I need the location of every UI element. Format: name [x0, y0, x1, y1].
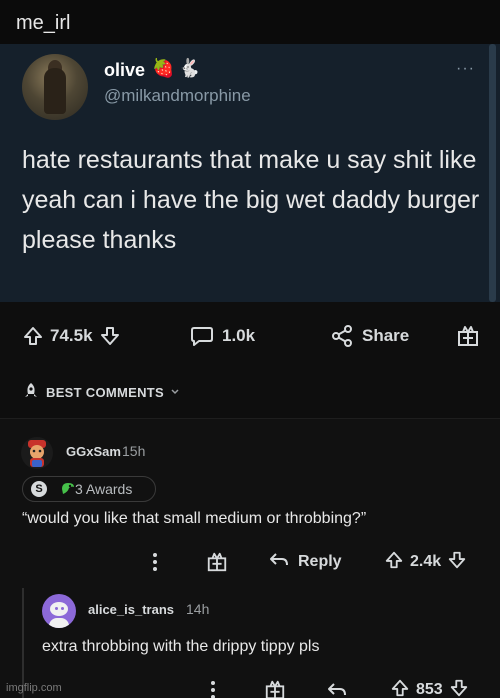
- upvote-icon[interactable]: [390, 678, 410, 698]
- reply-label: Reply: [298, 553, 342, 570]
- awards-count: 3 Awards: [75, 481, 133, 497]
- comment-timestamp: 15h: [122, 443, 146, 459]
- comments-button[interactable]: 1.0k: [190, 324, 255, 348]
- reply-vote-group: 853: [390, 676, 469, 698]
- comment-award-icon[interactable]: [206, 548, 228, 576]
- upvote-icon[interactable]: [22, 325, 44, 347]
- share-icon: [330, 325, 354, 347]
- subreddit-title[interactable]: me_irl: [16, 12, 70, 35]
- comment-vote-count: 2.4k: [410, 553, 442, 570]
- award-icon: [456, 324, 480, 348]
- upvote-group: 74.5k: [22, 324, 121, 348]
- reply-button[interactable]: Reply: [268, 548, 342, 576]
- more-options-icon[interactable]: ···: [456, 60, 475, 78]
- watermark: imgflip.com: [6, 682, 62, 694]
- comment-sort-selector[interactable]: BEST COMMENTS: [22, 380, 180, 404]
- comment-username[interactable]: GGxSam: [66, 444, 121, 459]
- reply-icon: [268, 551, 290, 574]
- sort-label: BEST COMMENTS: [46, 384, 165, 400]
- wholesome-seal-icon: [59, 480, 77, 503]
- reply-text: extra throbbing with the drippy tippy pl…: [42, 638, 320, 655]
- reply-icon[interactable]: [326, 676, 348, 698]
- tweet-avatar[interactable]: [22, 54, 88, 120]
- tweet-card: olive 🍓 🐇 @milkandmorphine ··· hate rest…: [0, 44, 500, 302]
- awards-badge[interactable]: S 3 Awards: [22, 476, 156, 502]
- silver-award-icon: S: [31, 481, 47, 497]
- more-vertical-icon[interactable]: [150, 548, 160, 576]
- award-button[interactable]: [456, 324, 480, 348]
- upvote-count: 74.5k: [50, 326, 93, 345]
- scrollbar[interactable]: [489, 44, 496, 302]
- reply-avatar[interactable]: [42, 594, 76, 628]
- downvote-icon[interactable]: [447, 550, 467, 575]
- downvote-icon[interactable]: [449, 678, 469, 698]
- comment-text: “would you like that small medium or thr…: [22, 510, 367, 527]
- rabbit-icon: 🐇: [178, 58, 201, 78]
- comment-count: 1.0k: [222, 326, 256, 345]
- strawberry-icon: 🍓: [152, 58, 175, 78]
- tweet-handle[interactable]: @milkandmorphine: [104, 86, 251, 106]
- tweet-display-name[interactable]: olive: [104, 60, 145, 81]
- comment-avatar[interactable]: [20, 436, 54, 470]
- downvote-icon[interactable]: [99, 325, 121, 347]
- more-vertical-icon[interactable]: [208, 676, 218, 698]
- upvote-icon[interactable]: [384, 550, 404, 575]
- reply-vote-count: 853: [416, 681, 443, 698]
- reply-username[interactable]: alice_is_trans: [88, 602, 174, 617]
- tweet-text: hate restaurants that make u say shit li…: [22, 146, 480, 254]
- share-label: Share: [362, 326, 410, 345]
- comment-icon: [190, 325, 214, 347]
- chevron-down-icon: [170, 385, 180, 400]
- comment-vote-group: 2.4k: [384, 548, 467, 576]
- reply-award-icon[interactable]: [264, 676, 286, 698]
- share-button[interactable]: Share: [330, 324, 409, 348]
- reply-timestamp: 14h: [186, 601, 210, 617]
- rocket-icon: [22, 382, 40, 403]
- post-action-bar: 74.5k 1.0k Share: [0, 302, 500, 368]
- top-bar: me_irl: [0, 0, 500, 44]
